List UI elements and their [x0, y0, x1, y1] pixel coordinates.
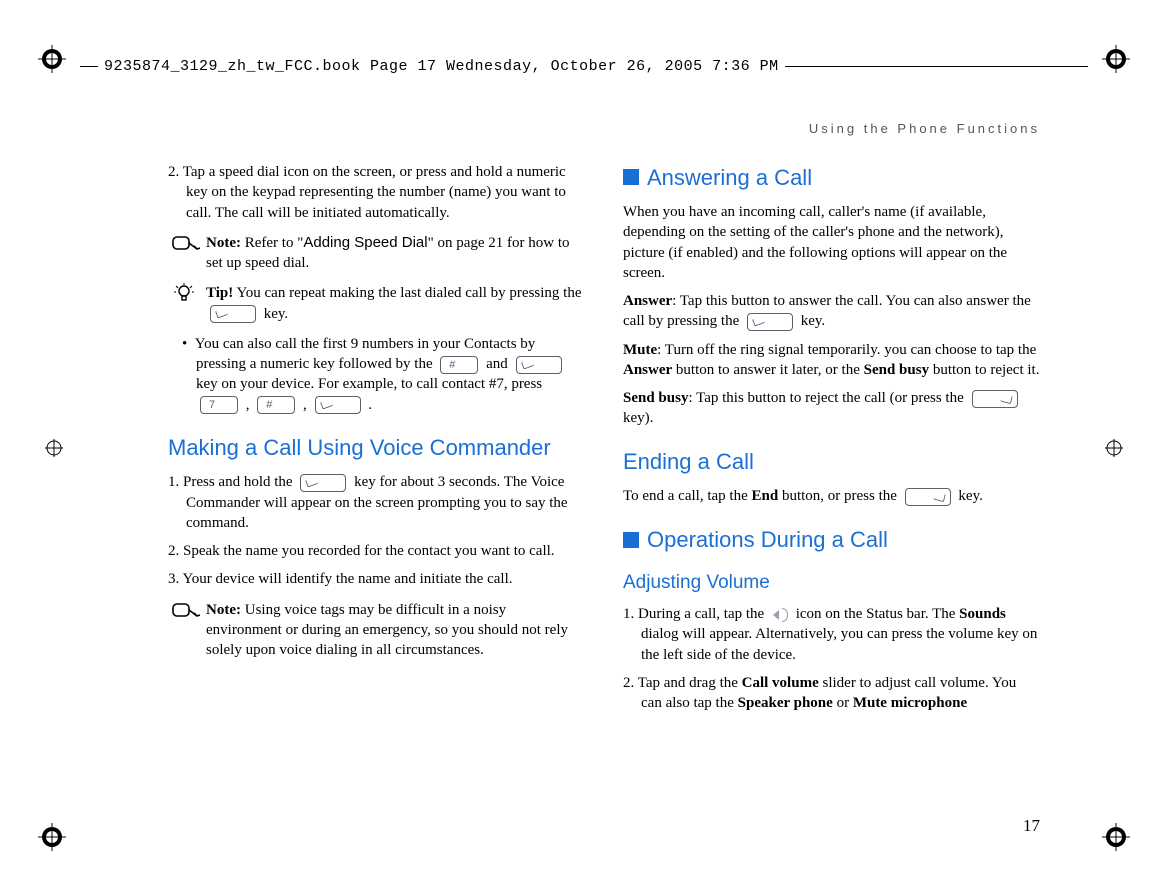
talk-key-icon-2	[516, 356, 562, 374]
tip-block: Tip! You can repeat making the last dial…	[178, 283, 585, 324]
vol2-or: or	[833, 695, 853, 711]
step-2: 2. Tap a speed dial icon on the screen, …	[168, 162, 585, 223]
ending-mid: button, or press the	[778, 488, 900, 504]
mute-answer-bold: Answer	[623, 362, 672, 378]
mute-sendbusy-bold: Send busy	[864, 362, 929, 378]
registration-mark-top-right	[1102, 45, 1130, 73]
right-column: Using the Phone Functions Answering a Ca…	[623, 120, 1040, 806]
talk-key-icon-5	[747, 313, 793, 331]
talk-key-icon-3	[315, 396, 361, 414]
vol1-bold: Sounds	[959, 606, 1006, 622]
vol-step-2: 2. Tap and drag the Call volume slider t…	[623, 673, 1040, 714]
vol1-post: dialog will appear. Alternatively, you c…	[641, 626, 1037, 662]
note-icon-2	[172, 600, 200, 620]
registration-mark-bottom-left	[38, 823, 66, 851]
vol1-pre: 1. During a call, tap the	[623, 606, 768, 622]
voice-step-1: 1. Press and hold the key for about 3 se…	[168, 472, 585, 533]
sendbusy-text-post: key).	[623, 410, 653, 426]
note-block-1: Note: Refer to "Adding Speed Dial" on pa…	[178, 233, 585, 274]
voice-1-pre: 1. Press and hold the	[168, 474, 296, 490]
note-block-2: Note: Using voice tags may be difficult …	[178, 600, 585, 661]
note2-text: Using voice tags may be difficult in a n…	[206, 602, 568, 659]
registration-mark-bottom-right	[1102, 823, 1130, 851]
heading-ending-call: Ending a Call	[623, 447, 1040, 477]
mute-text-mid: button to answer it later, or the	[672, 362, 863, 378]
vol2-b3: Mute microphone	[853, 695, 967, 711]
page-number: 17	[1023, 816, 1040, 836]
tip-text-post: key.	[260, 306, 288, 322]
note2-label: Note:	[206, 602, 241, 618]
voice-step-2: 2. Speak the name you recorded for the c…	[168, 541, 585, 561]
sendbusy-text-pre: : Tap this button to reject the call (or…	[688, 390, 967, 406]
note-text-pre: Refer to "	[241, 235, 303, 251]
end-key-icon-2	[905, 488, 951, 506]
mute-option: Mute: Turn off the ring signal temporari…	[623, 340, 1040, 381]
answer-label: Answer	[623, 293, 672, 309]
bullet-mid2: key on your device. For example, to call…	[196, 376, 542, 392]
heading-answering-call-text: Answering a Call	[647, 163, 812, 193]
framemaker-header-text: 9235874_3129_zh_tw_FCC.book Page 17 Wedn…	[98, 58, 785, 75]
answer-intro: When you have an incoming call, caller's…	[623, 202, 1040, 283]
ending-bold: End	[751, 488, 778, 504]
answer-option: Answer: Tap this button to answer the ca…	[623, 291, 1040, 332]
note-label: Note:	[206, 235, 241, 251]
sendbusy-label: Send busy	[623, 390, 688, 406]
mute-text-post: button to reject it.	[929, 362, 1039, 378]
page-body: 2. Tap a speed dial icon on the screen, …	[168, 120, 1040, 806]
voice-step-3: 3. Your device will identify the name an…	[168, 569, 585, 589]
note-icon	[172, 233, 200, 253]
volume-icon	[772, 607, 788, 623]
bullet-mid: and	[482, 356, 511, 372]
vol1-mid: icon on the Status bar. The	[792, 606, 959, 622]
end-key-icon	[972, 390, 1018, 408]
heading-voice-commander: Making a Call Using Voice Commander	[168, 433, 585, 463]
talk-key-icon-4	[300, 474, 346, 492]
tip-text-pre: You can repeat making the last dialed ca…	[233, 285, 581, 301]
vol2-b1: Call volume	[742, 675, 819, 691]
answer-text-pre: : Tap this button to answer the call. Yo…	[623, 293, 1031, 329]
heading-adjusting-volume: Adjusting Volume	[623, 570, 1040, 596]
vol2-b2: Speaker phone	[738, 695, 833, 711]
hash-key-icon-2: #	[257, 396, 295, 414]
heading-operations-text: Operations During a Call	[647, 525, 888, 555]
framemaker-header: 9235874_3129_zh_tw_FCC.book Page 17 Wedn…	[80, 52, 1088, 80]
note-link: Adding Speed Dial	[303, 234, 427, 251]
ending-pre: To end a call, tap the	[623, 488, 751, 504]
ending-text: To end a call, tap the End button, or pr…	[623, 486, 1040, 506]
registration-mark-right	[1105, 439, 1123, 457]
section-square-icon-2	[623, 532, 639, 548]
registration-mark-left	[45, 439, 63, 457]
running-head: Using the Phone Functions	[623, 120, 1040, 138]
registration-mark-top-left	[38, 45, 66, 73]
bullet-contacts: • You can also call the first 9 numbers …	[168, 334, 585, 415]
vol-step-1: 1. During a call, tap the icon on the St…	[623, 604, 1040, 665]
talk-key-icon	[210, 305, 256, 323]
heading-answering-call: Answering a Call	[623, 163, 1040, 193]
vol2-pre: 2. Tap and drag the	[623, 675, 742, 691]
tip-icon	[172, 283, 200, 303]
heading-operations: Operations During a Call	[623, 525, 1040, 555]
seven-key-icon: 7	[200, 396, 238, 414]
mute-text-pre: : Turn off the ring signal temporarily. …	[657, 342, 1036, 358]
answer-text-post: key.	[797, 313, 825, 329]
tip-label: Tip!	[206, 285, 233, 301]
sendbusy-option: Send busy: Tap this button to reject the…	[623, 388, 1040, 429]
hash-key-icon: #	[440, 356, 478, 374]
ending-post: key.	[955, 488, 983, 504]
section-square-icon	[623, 169, 639, 185]
mute-label: Mute	[623, 342, 657, 358]
left-column: 2. Tap a speed dial icon on the screen, …	[168, 120, 585, 806]
